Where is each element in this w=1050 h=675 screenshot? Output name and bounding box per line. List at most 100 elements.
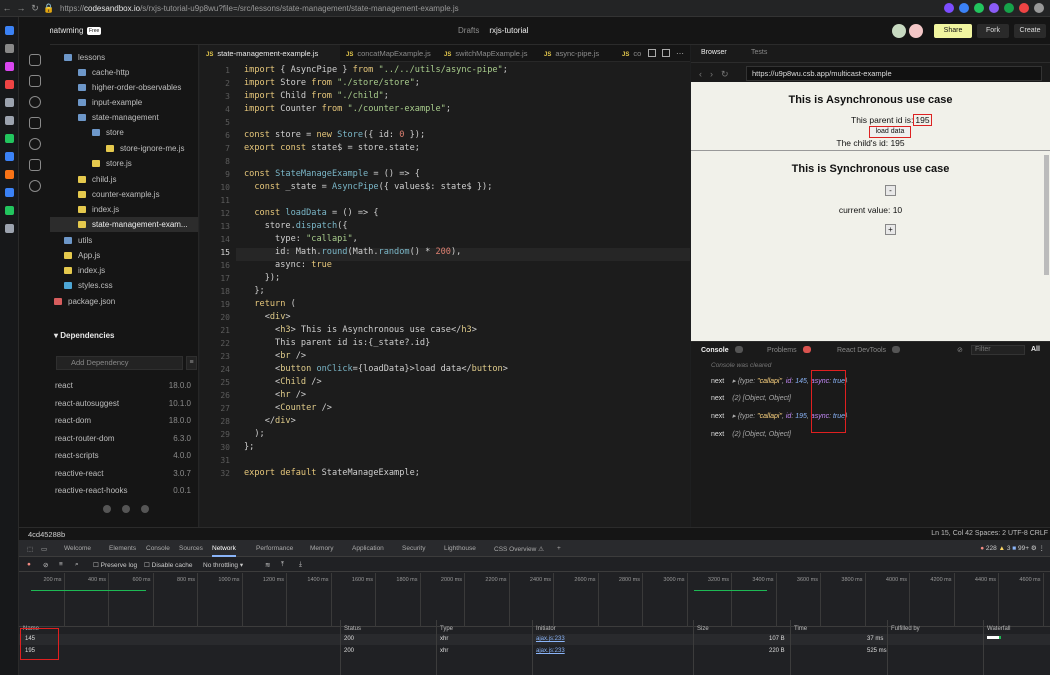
- deploy-icon[interactable]: [28, 117, 41, 129]
- app-icon[interactable]: [4, 134, 14, 143]
- dependency-item[interactable]: react-router-dom 6.3.0: [55, 430, 191, 447]
- tree-item[interactable]: index.js: [50, 202, 198, 217]
- dependencies-header[interactable]: ▾ Dependencies: [54, 331, 115, 340]
- app-icon[interactable]: [4, 224, 14, 233]
- dependency-item[interactable]: react 18.0.0: [55, 377, 191, 394]
- dependency-item[interactable]: react-scripts 4.0.0: [55, 447, 191, 464]
- log-level-select[interactable]: All: [1031, 346, 1040, 353]
- devtools-tab[interactable]: Console: [146, 545, 170, 552]
- cube-icon[interactable]: [28, 54, 41, 66]
- app-icon[interactable]: [4, 188, 14, 197]
- tab-switchmap[interactable]: JS switchMapExample.js: [438, 45, 538, 62]
- extension-icon[interactable]: [989, 3, 999, 13]
- add-dependency-input[interactable]: Add Dependency: [56, 356, 183, 370]
- devtools-tab[interactable]: CSS Overview ⚠: [494, 545, 544, 553]
- column-header[interactable]: Waterfall: [987, 626, 1010, 632]
- column-header[interactable]: Fulfilled by: [891, 626, 920, 632]
- devtools-tab[interactable]: Memory: [310, 545, 333, 552]
- devtools-tab[interactable]: Network: [212, 545, 236, 557]
- twitter-icon[interactable]: [103, 505, 111, 513]
- extension-icon[interactable]: [974, 3, 984, 13]
- scrollbar[interactable]: [1044, 155, 1049, 275]
- clear-icon[interactable]: ⊘: [43, 561, 48, 569]
- create-button[interactable]: Create: [1014, 24, 1046, 38]
- tree-item[interactable]: lessons: [50, 50, 198, 65]
- tree-item[interactable]: styles.css: [50, 278, 198, 293]
- app-icon[interactable]: [4, 98, 14, 107]
- tree-item[interactable]: store-ignore-me.js: [50, 141, 198, 156]
- fork-button[interactable]: Fork: [977, 24, 1009, 38]
- discord-icon[interactable]: [141, 505, 149, 513]
- app-icon[interactable]: [4, 80, 14, 89]
- add-tab-icon[interactable]: +: [557, 545, 561, 552]
- table-row[interactable]: 145 200 xhr ajax.js:233 107 B 37 ms: [19, 634, 1050, 645]
- tree-item[interactable]: higher-order-observables: [50, 80, 198, 95]
- forward-icon[interactable]: →: [14, 3, 28, 13]
- breadcrumb-current[interactable]: rxjs-tutorial: [489, 26, 528, 35]
- disable-cache-checkbox[interactable]: ☐ Disable cache: [144, 561, 192, 569]
- column-header[interactable]: Type: [440, 626, 453, 632]
- breadcrumb-parent[interactable]: Drafts: [458, 26, 479, 35]
- app-icon[interactable]: [4, 62, 14, 71]
- app-icon[interactable]: [4, 116, 14, 125]
- app-icon[interactable]: [4, 170, 14, 179]
- devtools-inspect-icon[interactable]: ⬚: [27, 545, 33, 553]
- search-icon[interactable]: ⌕: [75, 561, 79, 569]
- tree-item[interactable]: package.json: [50, 294, 198, 309]
- tab-console[interactable]: Console: [701, 346, 743, 354]
- more-icon[interactable]: ⋯: [676, 49, 684, 58]
- app-icon[interactable]: [4, 206, 14, 215]
- preview-nav-icons[interactable]: ‹›↻: [699, 69, 737, 80]
- extension-icon[interactable]: [944, 3, 954, 13]
- split-icon[interactable]: [648, 49, 656, 57]
- throttling-select[interactable]: No throttling ▾: [203, 561, 243, 569]
- tab-state-management-example[interactable]: JS state-management-example.js: [200, 45, 340, 62]
- address-bar[interactable]: https://codesandbox.io/s/rxjs-tutorial-u…: [60, 4, 459, 13]
- tree-item[interactable]: utils: [50, 233, 198, 248]
- avatar[interactable]: [892, 24, 906, 38]
- tree-item[interactable]: store: [50, 125, 198, 140]
- devtools-tab[interactable]: Security: [402, 545, 425, 552]
- dependency-item[interactable]: reactive-react 3.0.7: [55, 465, 191, 482]
- extension-icon[interactable]: [1019, 3, 1029, 13]
- dependency-item[interactable]: react-autosuggest 10.1.0: [55, 395, 191, 412]
- column-header[interactable]: Time: [794, 626, 807, 632]
- users-icon[interactable]: [28, 180, 41, 192]
- download-icon[interactable]: ⤓: [299, 561, 302, 569]
- decrement-button[interactable]: -: [885, 185, 896, 196]
- rocket-icon[interactable]: [28, 159, 41, 171]
- tree-item[interactable]: state-management-exam...: [50, 217, 198, 232]
- devtools-tab[interactable]: Application: [352, 545, 384, 552]
- record-icon[interactable]: ●: [27, 561, 31, 568]
- extension-icon[interactable]: [1004, 3, 1014, 13]
- tab-react-devtools[interactable]: React DevTools: [837, 346, 901, 354]
- column-header[interactable]: Status: [344, 626, 361, 632]
- tree-item[interactable]: state-management: [50, 110, 198, 125]
- tab-browser[interactable]: Browser: [701, 49, 727, 56]
- search-icon[interactable]: [28, 96, 41, 108]
- upload-icon[interactable]: ⤒: [281, 561, 284, 569]
- tab-concatmap[interactable]: JS concatMapExample.js: [340, 45, 438, 62]
- network-timeline[interactable]: 200 ms 400 ms 600 ms 800 ms 1000 ms 1200 ms 14…: [19, 573, 1050, 627]
- tab-problems[interactable]: Problems: [767, 346, 811, 354]
- wifi-icon[interactable]: ≋: [265, 561, 270, 569]
- back-icon[interactable]: ←: [0, 3, 14, 13]
- tree-item[interactable]: cache-http: [50, 65, 198, 80]
- avatar[interactable]: [909, 24, 923, 38]
- tree-item[interactable]: index.js: [50, 263, 198, 278]
- extension-icon[interactable]: [959, 3, 969, 13]
- preview-url-input[interactable]: https://u9p8wu.csb.app/multicast-example: [746, 66, 1042, 81]
- console-row[interactable]: next (2) [Object, Object]: [711, 391, 791, 407]
- profile-icon[interactable]: [1034, 3, 1044, 13]
- tab-overflow[interactable]: JS co: [616, 45, 646, 62]
- tree-item[interactable]: input-example: [50, 95, 198, 110]
- console-row[interactable]: next (2) [Object, Object]: [711, 427, 791, 443]
- layout-icon[interactable]: [662, 49, 670, 57]
- tree-item[interactable]: store.js: [50, 156, 198, 171]
- tree-item[interactable]: App.js: [50, 248, 198, 263]
- console-filter-input[interactable]: Filter: [971, 345, 1025, 355]
- preserve-log-checkbox[interactable]: ☐ Preserve log: [93, 561, 137, 569]
- devtools-tab[interactable]: Welcome: [64, 545, 91, 552]
- devtools-tab[interactable]: Lighthouse: [444, 545, 476, 552]
- github-icon[interactable]: [122, 505, 130, 513]
